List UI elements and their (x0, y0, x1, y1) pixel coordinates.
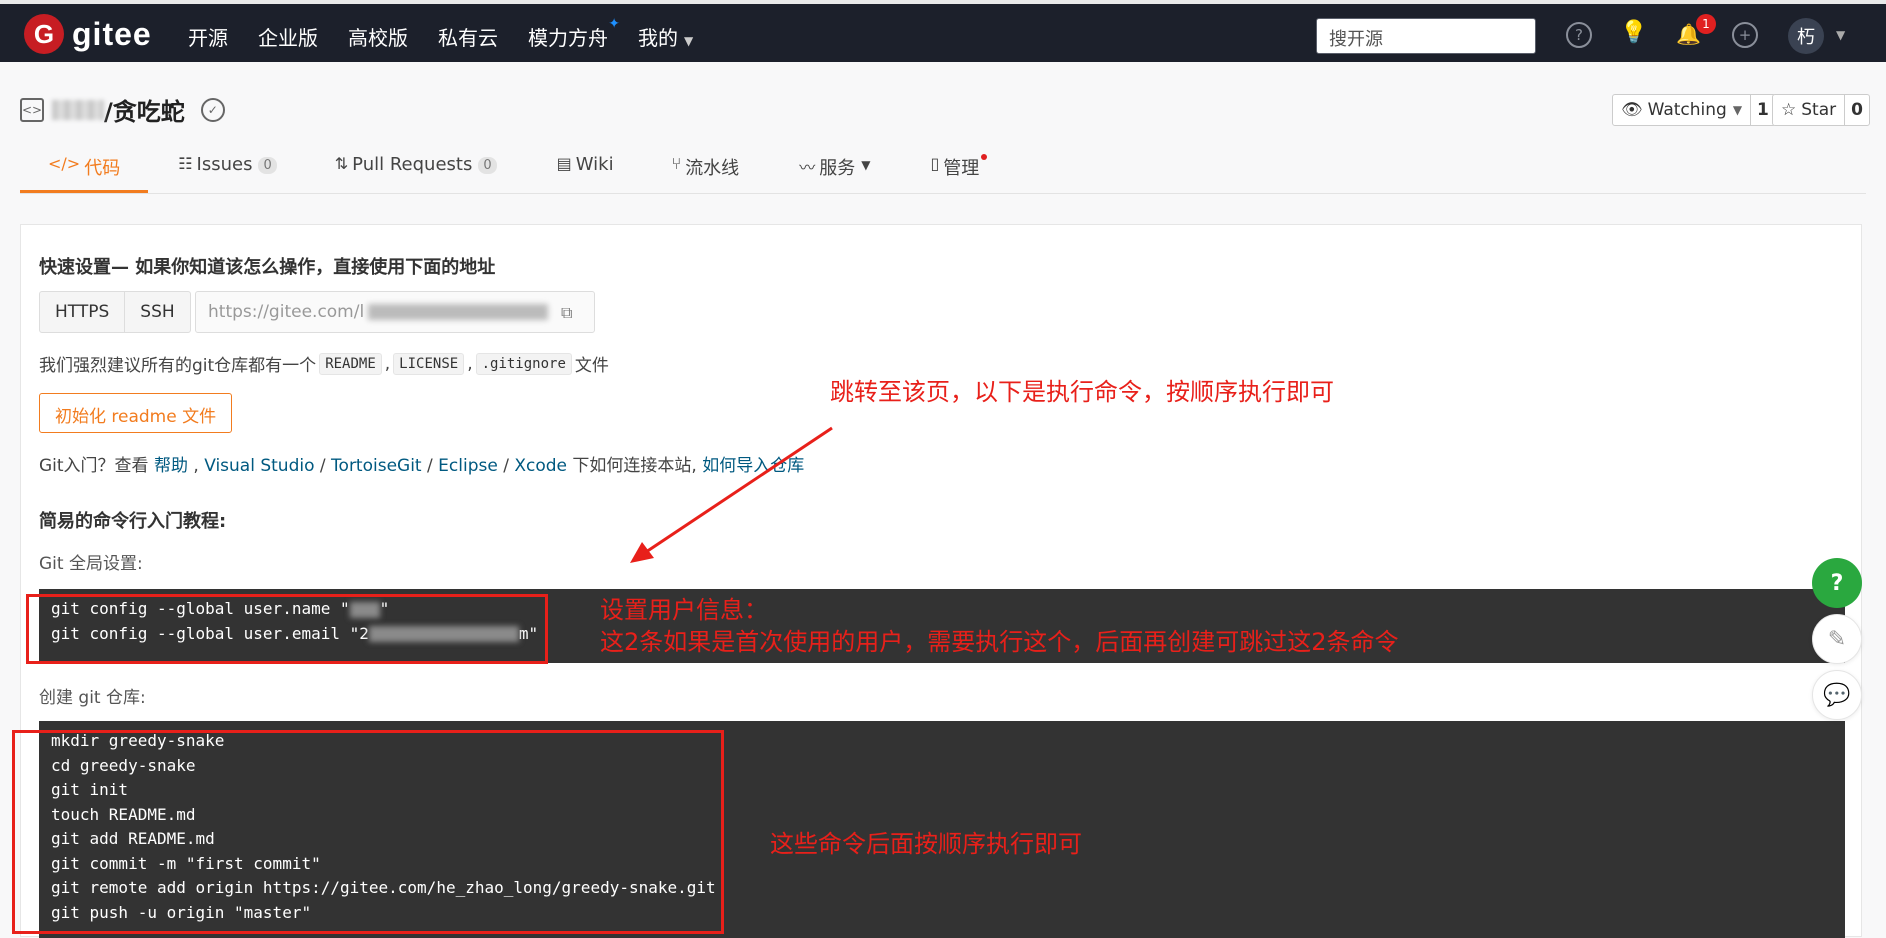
help-prefix: Git入门？查看 (39, 456, 149, 476)
tab-code[interactable]: </> 代码 (20, 150, 149, 193)
tab-label: 代码 (84, 158, 121, 179)
clone-url-text: https://gitee.com/l (208, 302, 365, 322)
help-icon[interactable]: ? (1566, 22, 1592, 48)
floating-help-button[interactable]: ? (1812, 558, 1862, 608)
pull-request-icon: ⇅ (334, 154, 349, 173)
repo-name[interactable]: /贪吃蛇 (104, 92, 185, 127)
annotation-note-2-line1: 设置用户信息： (600, 596, 768, 624)
url-blurred (368, 304, 549, 320)
pr-count: 0 (478, 157, 497, 174)
code-repo-icon: <> (20, 97, 44, 122)
annotation-note-2-line2: 这2条如果是首次使用的用户，需要执行这个，后面再创建可跳过这2条命令 (600, 628, 1399, 656)
manage-icon: ▯ (930, 154, 940, 173)
chevron-down-icon[interactable]: ▼ (1836, 28, 1845, 42)
tortoisegit-link[interactable]: TortoiseGit (331, 456, 422, 476)
notification-badge: 1 (1696, 14, 1716, 34)
annotation-box-create (12, 730, 724, 934)
star-button[interactable]: ☆ Star 0 (1772, 94, 1870, 126)
chevron-down-icon: ▼ (684, 34, 694, 48)
pipeline-icon: ⑂ (671, 154, 682, 173)
tab-label: 服务 (819, 158, 856, 179)
eclipse-link[interactable]: Eclipse (438, 456, 498, 476)
help-link[interactable]: 帮助 (154, 456, 188, 476)
recommend-suffix: 文件 (574, 356, 609, 376)
avatar[interactable]: 朽 (1788, 18, 1824, 54)
tab-label: Issues (196, 154, 253, 175)
nav-education[interactable]: 高校版 (348, 22, 408, 51)
star-icon: ☆ (1781, 100, 1797, 120)
star-label: Star (1801, 100, 1837, 120)
nav-mine-label: 我的 (638, 26, 678, 50)
nav-open-source[interactable]: 开源 (188, 22, 228, 51)
nav-enterprise[interactable]: 企业版 (258, 22, 318, 51)
global-setup-label: Git 全局设置: (39, 554, 143, 574)
repo-tabs: </> 代码 ☷ Issues 0 ⇅ Pull Requests 0 ▤ Wiki ⑂ 流水… (20, 150, 1866, 194)
tab-wiki[interactable]: ▤ Wiki (557, 150, 614, 193)
annotation-note-1: 跳转至该页，以下是执行命令，按顺序执行即可 (830, 378, 1334, 406)
tab-manage[interactable]: ▯ 管理 (930, 150, 988, 193)
issues-icon: ☷ (178, 154, 193, 173)
nav-mine[interactable]: 我的 ▼ (638, 22, 693, 51)
readme-tag: README (319, 352, 382, 375)
nav-moli[interactable]: 模力方舟 ✦ (528, 16, 620, 51)
book-icon: ▤ (556, 154, 572, 173)
recommend-prefix: 我们强烈建议所有的git仓库都有一个 (39, 356, 317, 376)
arrow-head (630, 542, 654, 563)
init-readme-button[interactable]: 初始化 readme 文件 (39, 393, 233, 433)
https-button[interactable]: HTTPS (40, 292, 126, 332)
sparkle-icon: ✦ (608, 16, 620, 32)
repo-title: <> /贪吃蛇 ✓ (20, 92, 225, 127)
code-icon: </> (48, 154, 81, 173)
copy-icon[interactable]: ⧉ (561, 303, 572, 323)
license-tag: LICENSE (393, 352, 465, 375)
quick-setup-title: 快速设置— 如果你知道该怎么操作，直接使用下面的地址 (39, 257, 496, 278)
chevron-down-icon: ▼ (861, 158, 871, 172)
chevron-down-icon: ▼ (1732, 103, 1743, 117)
ssh-button[interactable]: SSH (125, 292, 189, 332)
recommend-text: 我们强烈建议所有的git仓库都有一个 README, LICENSE, .git… (39, 351, 609, 376)
repo-owner-blurred[interactable] (52, 99, 104, 120)
arrow-line (639, 426, 833, 558)
chat-icon[interactable]: 💬 (1812, 670, 1862, 720)
star-count[interactable]: 0 (1844, 95, 1869, 125)
gitee-logo[interactable]: G gitee (24, 14, 152, 54)
tab-issues[interactable]: ☷ Issues 0 (178, 150, 277, 193)
xcode-link[interactable]: Xcode (514, 456, 567, 476)
eye-icon: 👁 (1621, 100, 1643, 120)
annotation-arrow (630, 426, 833, 563)
logo-icon: G (24, 14, 64, 54)
lightbulb-icon[interactable]: 💡 (1620, 20, 1647, 45)
annotation-note-3: 这些命令后面按顺序执行即可 (770, 830, 1082, 858)
top-nav-bar: G gitee 开源 企业版 高校版 私有云 模力方舟 ✦ 我的 ▼ 搜开源 ? 💡… (0, 0, 1886, 62)
nav-moli-label: 模力方舟 (528, 26, 608, 50)
pulse-icon: 〰 (799, 158, 816, 177)
gitignore-tag: .gitignore (475, 352, 572, 375)
search-input[interactable]: 搜开源 (1316, 18, 1536, 54)
certified-badge-icon: ✓ (200, 97, 225, 122)
main-nav: 开源 企业版 高校版 私有云 模力方舟 ✦ 我的 ▼ (188, 16, 723, 51)
annotation-box-global (26, 594, 548, 664)
watch-label: Watching (1647, 100, 1727, 120)
plus-icon[interactable]: + (1732, 22, 1758, 48)
tab-label: Pull Requests (352, 154, 473, 175)
clone-url-input[interactable]: https://gitee.com/l (195, 291, 595, 333)
nav-private-cloud[interactable]: 私有云 (438, 22, 498, 51)
tab-label: 管理 (943, 158, 980, 179)
logo-text: gitee (72, 15, 152, 52)
visual-studio-link[interactable]: Visual Studio (204, 456, 314, 476)
issues-count: 0 (258, 157, 277, 174)
tab-pull-requests[interactable]: ⇅ Pull Requests 0 (335, 150, 497, 193)
tab-label: 流水线 (685, 158, 740, 179)
tab-pipeline[interactable]: ⑂ 流水线 (672, 150, 740, 193)
watch-button[interactable]: 👁 Watching ▼ 1 (1612, 94, 1776, 126)
tab-services[interactable]: 〰服务 ▼ (799, 150, 870, 193)
tutorial-title: 简易的命令行入门教程: (39, 511, 227, 532)
tab-label: Wiki (575, 154, 614, 175)
new-dot (981, 154, 988, 160)
edit-icon[interactable]: ✎ (1812, 614, 1862, 664)
create-repo-label: 创建 git 仓库: (39, 688, 146, 708)
annotation-note-2: 设置用户信息： 这2条如果是首次使用的用户，需要执行这个，后面再创建可跳过这2条… (600, 594, 1399, 658)
protocol-switch: HTTPS SSH (39, 291, 191, 333)
